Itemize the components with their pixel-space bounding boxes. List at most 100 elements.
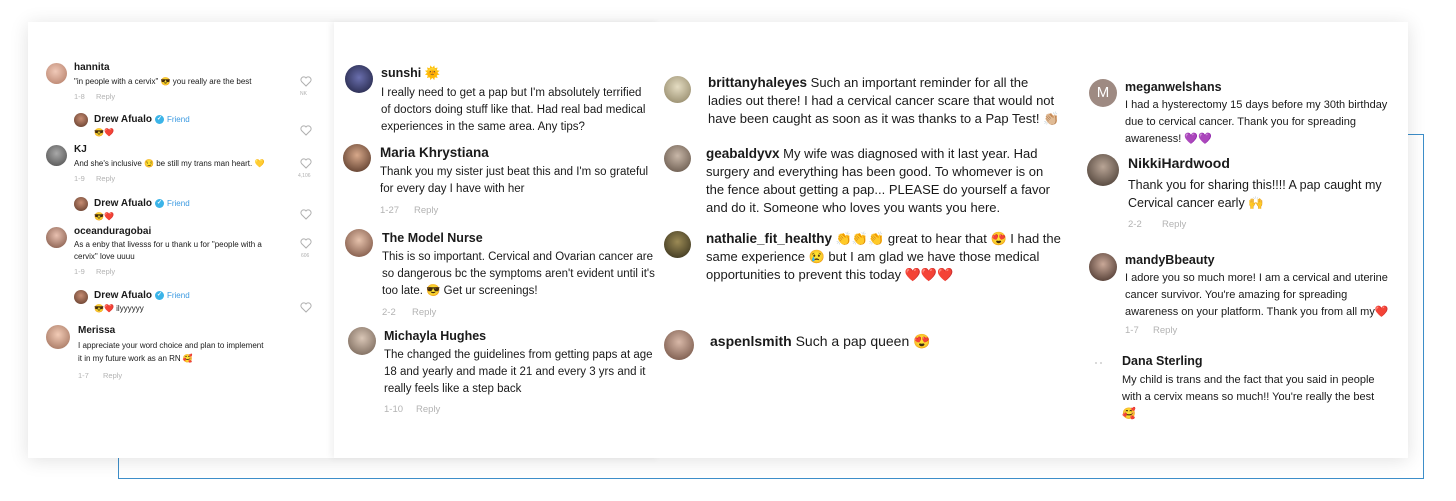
avatar[interactable] [664,231,691,258]
comment-text-line: My wife was diagnosed with it last year.… [783,146,1038,161]
comment-text-line: As a enby that livesss for u thank u for… [74,240,262,249]
avatar[interactable] [343,144,371,172]
reply-drew-afualo: Drew Afualo ✓ Friend 😎❤️ [28,111,334,141]
comment-text-line: cervix" love uuuu [74,252,135,261]
reply-button[interactable]: Reply [96,174,115,183]
comment-date: 2-2 [382,307,396,318]
comment-column-2: sunshi 🌞 I really need to get a pap but … [334,22,660,458]
comment-text-line: opportunities to prevent this today ❤️❤️… [706,267,954,282]
comment-author[interactable]: brittanyhaleyes [708,75,807,90]
avatar[interactable] [664,330,694,360]
like-heart-icon[interactable] [300,209,312,220]
comment-author[interactable]: Michayla Hughes [384,329,486,343]
comment-geabaldyvx: geabaldyvx My wife was diagnosed with it… [660,143,1082,223]
reply-drew-afualo: Drew Afualo ✓ Friend 😎❤️ ilyyyyyy [28,288,334,318]
reply-button[interactable]: Reply [96,92,115,101]
avatar[interactable] [74,197,88,211]
comment-author[interactable]: mandyBbeauty [1125,253,1215,267]
comment-author[interactable]: Drew Afualo [94,290,152,301]
comment-text: "in people with a cervix" 😎 you really a… [74,77,252,86]
comment-author[interactable]: meganwelshans [1125,80,1222,94]
comment-date: 1-27 [380,205,400,216]
comment-text-line: I had a hysterectomy 15 days before my 3… [1125,99,1388,111]
avatar[interactable] [46,63,67,84]
friend-badge: Friend [166,199,190,208]
reply-button[interactable]: Reply [416,404,440,415]
comment-author[interactable]: sunshi 🌞 [381,66,440,81]
comment-text-line: have been caught as soon as it was thank… [708,111,1060,126]
like-heart-icon[interactable] [300,158,312,169]
reply-button[interactable]: Reply [1153,325,1177,336]
verified-icon: ✓ [154,290,164,300]
like-heart-icon[interactable] [300,302,312,313]
comments-collage-card: hannita "in people with a cervix" 😎 you … [28,22,1408,458]
comment-author[interactable]: NikkiHardwood [1128,155,1230,171]
comment-text-line: experiences in the same area. Any tips? [381,121,585,133]
comment-author[interactable]: hannita [74,62,110,73]
comment-mandybbeauty: mandyBbeauty I adore you so much more! I… [1082,250,1408,340]
comment-date: 1-7 [78,371,89,380]
comment-date: 1-10 [384,404,404,415]
friend-badge: Friend [166,291,190,300]
comment-michayla-hughes: Michayla Hughes The changed the guidelin… [334,325,660,425]
reply-button[interactable]: Reply [1162,219,1186,230]
avatar[interactable] [348,327,376,355]
avatar[interactable] [1092,359,1106,373]
like-heart-icon[interactable] [300,76,312,87]
comment-column-3: brittanyhaleyes Such an important remind… [660,22,1082,458]
comment-text-line: Thank you for sharing this!!!! A pap cau… [1128,178,1382,192]
comment-text: 😎❤️ [94,128,114,137]
avatar[interactable] [1087,154,1119,186]
comment-text: 😎❤️ [94,212,114,221]
comment-date: 1-9 [74,174,85,183]
comment-column-1: hannita "in people with a cervix" 😎 you … [28,22,334,458]
like-count: NK [300,91,307,97]
comment-text-line: surgery and everything has been good. To… [706,164,1044,179]
avatar[interactable] [1089,253,1117,281]
comment-author[interactable]: Drew Afualo [94,198,152,209]
comment-author[interactable]: KJ [74,144,87,155]
comment-text-line: I appreciate your word choice and plan t… [78,341,264,350]
avatar[interactable] [46,145,67,166]
comment-author[interactable]: The Model Nurse [382,231,483,245]
comment-author[interactable]: nathalie_fit_healthy [706,231,832,246]
like-heart-icon[interactable] [300,125,312,136]
avatar[interactable] [46,227,67,248]
comment-author[interactable]: Dana Sterling [1122,354,1203,368]
avatar[interactable] [74,113,88,127]
comment-author[interactable]: aspenlsmith [710,333,792,349]
comment-author[interactable]: Drew Afualo [94,114,152,125]
comment-author[interactable]: Merissa [78,325,115,336]
avatar[interactable] [345,65,373,93]
comment-text-line: This is so important. Cervical and Ovari… [382,251,653,263]
comment-text-line: Such an important reminder for all the [810,75,1029,90]
comment-author[interactable]: Maria Khrystiana [380,145,489,160]
reply-drew-afualo: Drew Afualo ✓ Friend 😎❤️ [28,195,334,225]
comment-text-line: same experience 😢 but I am glad we have … [706,249,1040,264]
comment-date: 1-8 [74,92,85,101]
avatar[interactable] [46,325,70,349]
comment-text-line: I adore you so much more! I am a cervica… [1125,272,1388,284]
comment-text-line: Cervical cancer early 🙌 [1128,196,1264,210]
avatar[interactable] [345,229,373,257]
avatar[interactable] [74,290,88,304]
comment-text-line: 👏👏👏 great to hear that 😍 I had the [835,231,1061,246]
avatar[interactable] [664,76,691,103]
avatar-letter: M [1096,84,1110,101]
reply-button[interactable]: Reply [96,267,115,276]
avatar[interactable] [664,145,691,172]
reply-button[interactable]: Reply [414,205,438,216]
comment-text-line: really feels like a step back [384,383,522,395]
comment-author[interactable]: oceanduragobai [74,226,151,237]
friend-badge: Friend [166,115,190,124]
comment-author[interactable]: geabaldyvx [706,146,780,161]
like-heart-icon[interactable] [300,238,312,249]
comment-column-4: M meganwelshans I had a hysterectomy 15 … [1082,22,1408,458]
avatar[interactable]: M [1089,79,1117,107]
comment-text-line: it in my future work as an RN 🥰 [78,354,193,363]
reply-button[interactable]: Reply [103,371,122,380]
reply-button[interactable]: Reply [412,307,436,318]
comment-nathalie-fit-healthy: nathalie_fit_healthy 👏👏👏 great to hear t… [660,228,1082,290]
comment-text-line: awareness! 💜💜 [1125,133,1212,145]
comment-date: 1-7 [1125,325,1139,336]
